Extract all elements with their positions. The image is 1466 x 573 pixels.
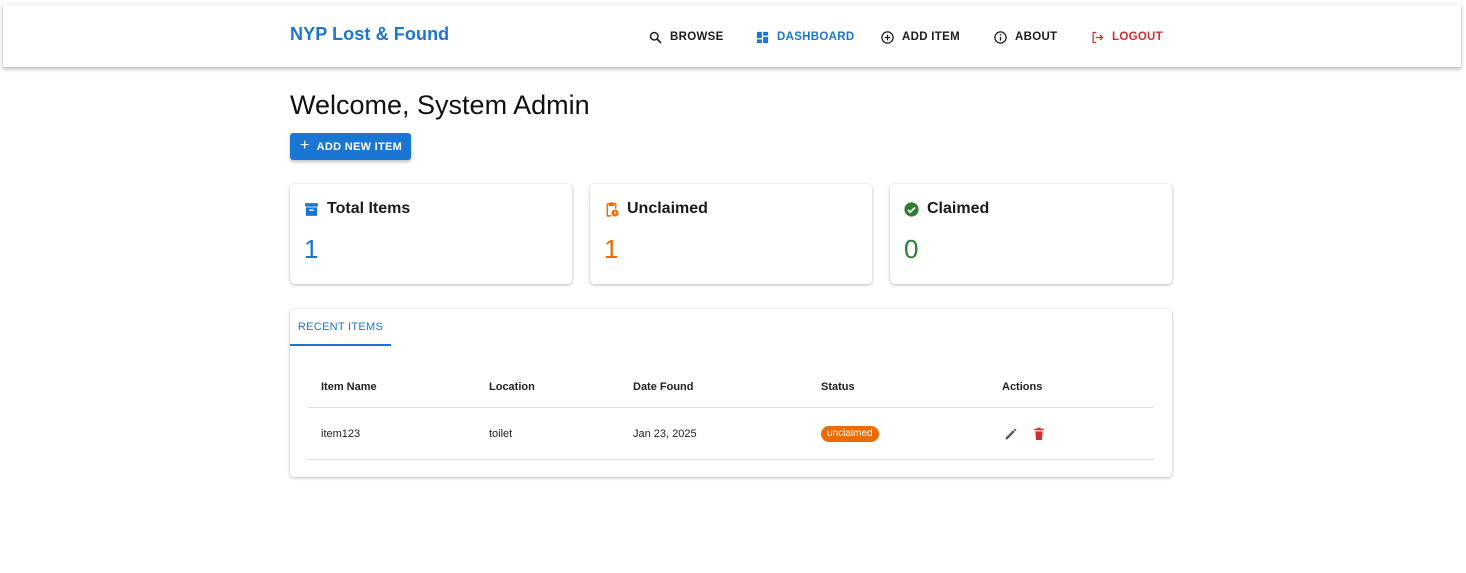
stat-card-total: Total Items 1 (290, 184, 572, 284)
nav-about[interactable]: ABOUT (993, 26, 1057, 48)
stat-card-unclaimed-header: Unclaimed (603, 200, 708, 218)
nav-browse-label: BROWSE (670, 31, 724, 43)
info-icon (994, 30, 1007, 44)
nav-about-label: ABOUT (1015, 31, 1058, 43)
recent-items-panel: RECENT ITEMS Item Name Location Date Fou… (290, 309, 1172, 477)
item-name-cell: item123 (321, 427, 361, 440)
nav-dashboard[interactable]: DASHBOARD (755, 26, 854, 48)
nav-dashboard-label: DASHBOARD (777, 31, 855, 43)
column-header-item-name: Item Name (321, 381, 377, 393)
status-badge: unclaimed (821, 425, 879, 442)
add-circle-icon (881, 30, 894, 44)
nav-logout[interactable]: LOGOUT (1090, 26, 1163, 48)
plus-icon: + (300, 137, 310, 154)
nav-browse[interactable]: BROWSE (648, 26, 724, 48)
stat-claimed-value: 0 (904, 234, 919, 264)
check-circle-icon (904, 201, 919, 217)
column-header-actions: Actions (1002, 381, 1043, 393)
nav-add-item[interactable]: ADD ITEM (880, 26, 960, 48)
app-bar: NYP Lost & Found BROWSE DASHBOARD ADD IT… (3, 4, 1461, 67)
column-header-date-found: Date Found (633, 381, 694, 393)
nav-logout-label: LOGOUT (1112, 31, 1163, 43)
search-icon (649, 31, 662, 43)
status-cell: unclaimed (821, 408, 879, 459)
add-new-item-button[interactable]: + ADD NEW ITEM (290, 133, 411, 160)
dashboard-icon (756, 31, 769, 43)
date-found-cell: Jan 23, 2025 (633, 427, 697, 440)
location-cell: toilet (489, 427, 513, 440)
stat-total-value: 1 (304, 234, 319, 264)
delete-icon (1034, 427, 1044, 440)
edit-button[interactable] (1002, 425, 1020, 443)
page-title: Welcome, System Admin (290, 90, 590, 120)
delete-button[interactable] (1030, 425, 1048, 443)
stat-card-unclaimed: Unclaimed 1 (590, 184, 872, 284)
actions-cell (1002, 408, 1048, 459)
logout-icon (1092, 31, 1104, 43)
stat-total-label: Total Items (327, 200, 411, 217)
stat-claimed-label: Claimed (927, 200, 990, 217)
tab-recent-items[interactable]: RECENT ITEMS (290, 309, 391, 346)
brand-title[interactable]: NYP Lost & Found (290, 24, 449, 45)
column-header-status: Status (821, 381, 855, 393)
stat-card-total-header: Total Items (303, 200, 410, 218)
column-header-location: Location (489, 381, 535, 393)
stat-unclaimed-label: Unclaimed (627, 200, 708, 217)
nav-add-item-label: ADD ITEM (902, 31, 960, 43)
table-row: item123 toilet Jan 23, 2025 unclaimed (308, 408, 1154, 460)
table-header: Item Name Location Date Found Status Act… (308, 367, 1154, 408)
stat-card-claimed-header: Claimed (903, 200, 989, 218)
stat-unclaimed-value: 1 (604, 234, 619, 264)
stat-card-claimed: Claimed 0 (890, 184, 1172, 284)
clipboard-pending-icon (606, 201, 619, 217)
edit-icon (1005, 428, 1017, 439)
add-new-item-label: ADD NEW ITEM (316, 140, 403, 153)
archive-icon (305, 202, 318, 216)
